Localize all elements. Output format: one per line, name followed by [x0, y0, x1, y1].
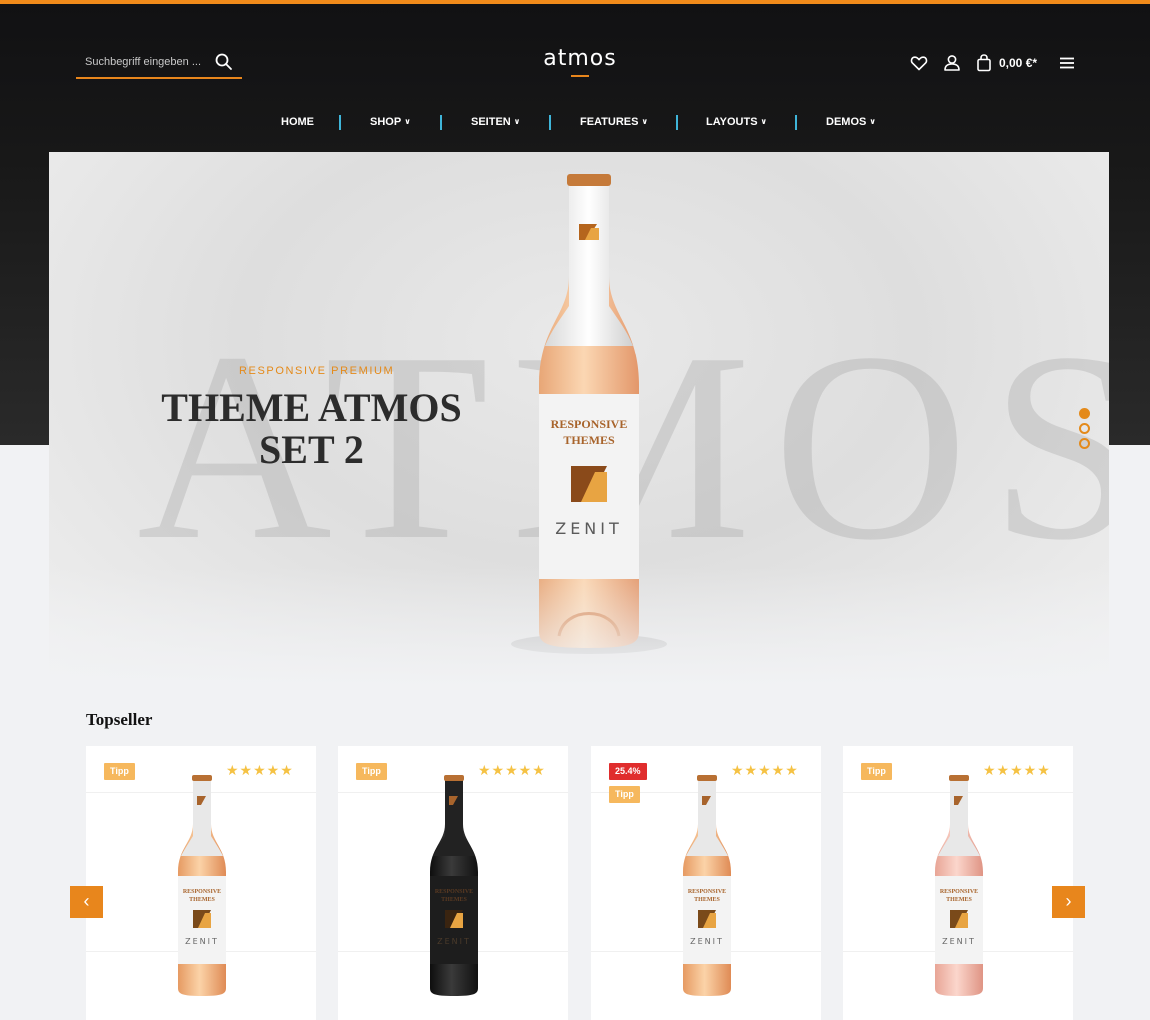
- carousel-prev-button[interactable]: ‹: [70, 886, 103, 918]
- logo-text: atmos: [543, 46, 617, 71]
- product-card[interactable]: Tipp ★★★★★ RESPONSIVE THEMES ZENIT: [843, 746, 1073, 1020]
- slider-dot[interactable]: [1079, 423, 1090, 434]
- logo[interactable]: atmos: [538, 46, 622, 77]
- nav-item-seiten[interactable]: SEITEN ∨: [471, 116, 520, 128]
- tipp-badge: Tipp: [861, 763, 892, 780]
- hero-title: THEME ATMOS SET 2: [159, 387, 464, 471]
- hero-slider[interactable]: ATMOS RESPONSIVE PREMIUM THEME ATMOS SET…: [49, 152, 1109, 687]
- product-label-line: RESPONSIVE: [688, 889, 726, 895]
- tipp-badge: Tipp: [609, 786, 640, 803]
- product-card[interactable]: Tipp ★★★★★ RESPONSIVE THEMES ZENIT: [338, 746, 568, 1020]
- section-title: Topseller: [86, 710, 153, 729]
- chevron-down-icon: ∨: [869, 117, 876, 126]
- nav-separator: [795, 115, 797, 130]
- chevron-down-icon: ∨: [513, 117, 521, 126]
- product-wine-bottle[interactable]: RESPONSIVE THEMES ZENIT: [919, 772, 999, 1004]
- chevron-down-icon: ∨: [760, 117, 768, 126]
- slider-dots: [1079, 408, 1090, 453]
- nav-label: DEMOS: [826, 116, 867, 128]
- menu-icon[interactable]: [1057, 53, 1077, 73]
- discount-badge: 25.4%: [609, 763, 647, 780]
- product-label-line: RESPONSIVE: [183, 889, 221, 895]
- slider-dot[interactable]: [1079, 408, 1090, 419]
- heart-icon[interactable]: [909, 53, 929, 73]
- product-label-line: THEMES: [694, 897, 720, 903]
- hero-wine-bottle: RESPONSIVE THEMES ZENIT: [511, 174, 667, 654]
- nav-item-home[interactable]: HOME: [281, 116, 314, 128]
- product-wine-bottle[interactable]: RESPONSIVE THEMES ZENIT: [414, 772, 494, 1004]
- hero-title-line: SET 2: [259, 427, 364, 472]
- hero-bottle-brand: ZENIT: [555, 519, 623, 538]
- nav-separator: [339, 115, 341, 130]
- product-wine-bottle[interactable]: RESPONSIVE THEMES ZENIT: [667, 772, 747, 1004]
- hero-title-line: THEME ATMOS: [161, 385, 462, 430]
- product-card[interactable]: 25.4% Tipp ★★★★★ RESPONSIVE THEMES ZENIT: [591, 746, 821, 1020]
- product-label-line: RESPONSIVE: [940, 889, 978, 895]
- nav-label: SHOP: [370, 116, 402, 128]
- nav-item-demos[interactable]: DEMOS ∨: [826, 116, 876, 128]
- product-wine-bottle[interactable]: RESPONSIVE THEMES ZENIT: [162, 772, 242, 1004]
- search-icon[interactable]: [214, 52, 234, 72]
- carousel-next-button[interactable]: ›: [1052, 886, 1085, 918]
- nav-label: HOME: [281, 116, 314, 128]
- nav-item-shop[interactable]: SHOP ∨: [370, 116, 411, 128]
- product-brand: ZENIT: [185, 937, 219, 946]
- product-brand: ZENIT: [942, 937, 976, 946]
- search-input[interactable]: [76, 48, 206, 76]
- chevron-down-icon: ∨: [641, 117, 648, 126]
- nav-separator: [676, 115, 678, 130]
- product-brand: ZENIT: [690, 937, 724, 946]
- chevron-left-icon: ‹: [83, 891, 90, 911]
- nav-item-features[interactable]: FEATURES ∨: [580, 116, 648, 128]
- nav-item-layouts[interactable]: LAYOUTS ∨: [706, 116, 767, 128]
- nav-label: FEATURES: [580, 116, 639, 128]
- hero-bottle-label-line: THEMES: [563, 433, 615, 447]
- product-brand: ZENIT: [437, 937, 471, 946]
- product-label-line: RESPONSIVE: [435, 889, 473, 895]
- cart-bag-icon[interactable]: [974, 53, 994, 73]
- product-card[interactable]: Tipp ★★★★★ RESPONSIVE THEMES ZENIT: [86, 746, 316, 1020]
- tipp-badge: Tipp: [356, 763, 387, 780]
- product-label-line: THEMES: [189, 897, 215, 903]
- hero-bottle-label-line: RESPONSIVE: [551, 417, 628, 431]
- search-bar[interactable]: [76, 48, 242, 79]
- user-icon[interactable]: [942, 53, 962, 73]
- nav-label: SEITEN: [471, 116, 511, 128]
- product-label-line: THEMES: [441, 897, 467, 903]
- slider-dot[interactable]: [1079, 438, 1090, 449]
- hero-subtitle: RESPONSIVE PREMIUM: [239, 365, 395, 377]
- tipp-badge: Tipp: [104, 763, 135, 780]
- chevron-right-icon: ›: [1065, 891, 1072, 911]
- logo-underline: [571, 75, 589, 77]
- nav-separator: [549, 115, 551, 130]
- nav-separator: [440, 115, 442, 130]
- chevron-down-icon: ∨: [404, 117, 411, 126]
- cart-total[interactable]: 0,00 €*: [999, 56, 1037, 70]
- nav-label: LAYOUTS: [706, 116, 758, 128]
- main-navigation: HOME SHOP ∨ SEITEN ∨ FEATURES ∨ LAYOUTS ∨ DE…: [0, 113, 1150, 133]
- product-label-line: THEMES: [946, 897, 972, 903]
